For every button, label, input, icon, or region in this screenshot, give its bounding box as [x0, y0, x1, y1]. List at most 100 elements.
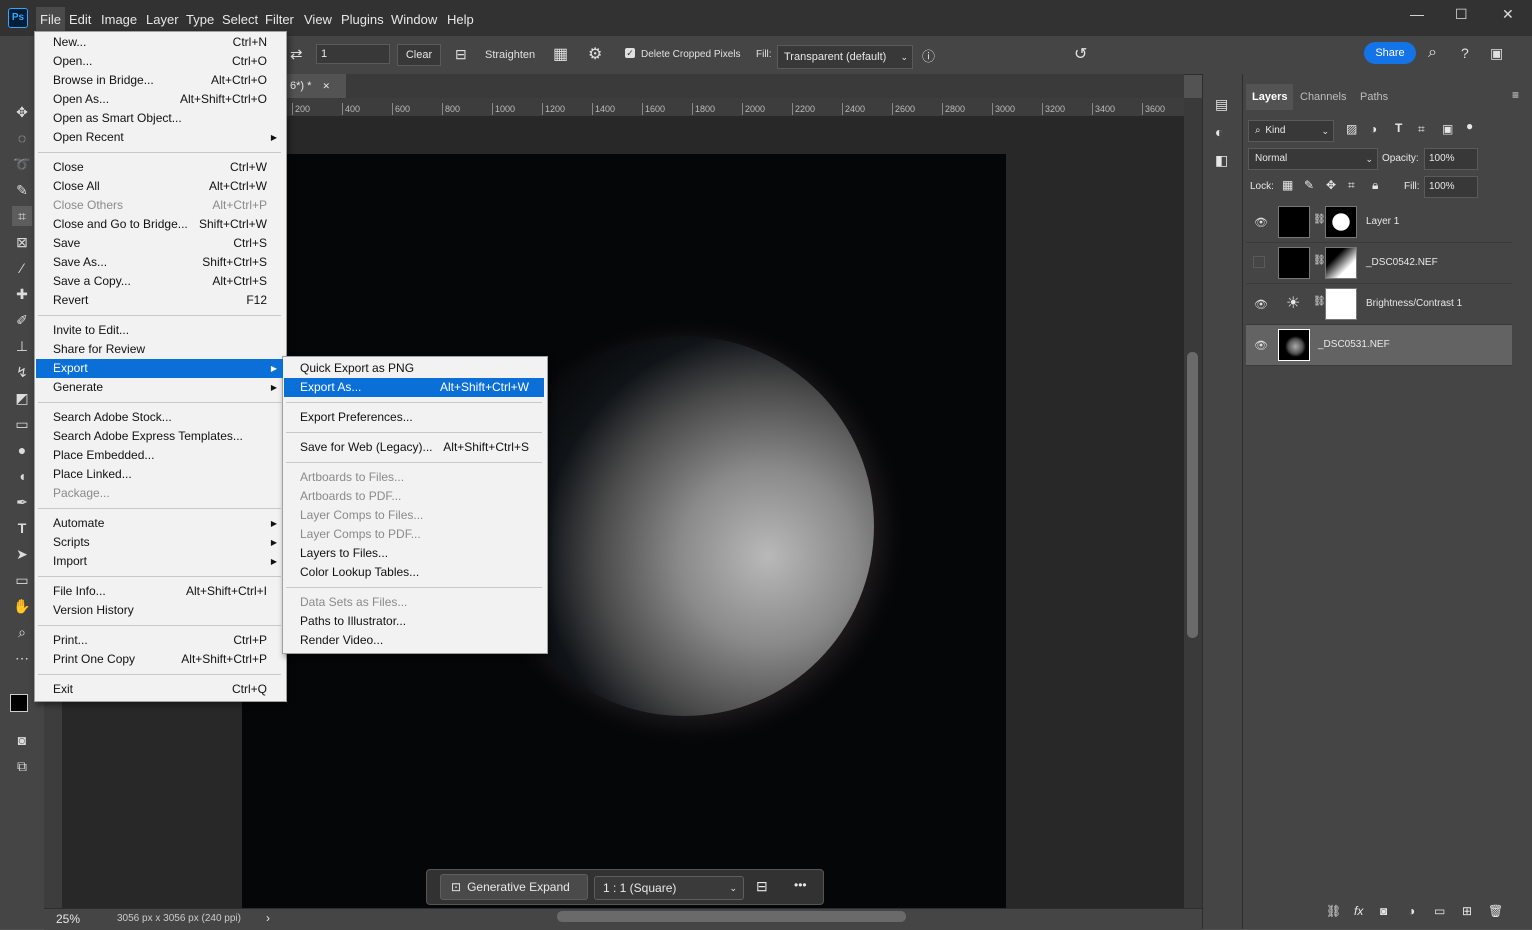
foreground-color-swatch[interactable] — [10, 694, 28, 712]
menu-item-export[interactable]: Export ▶ — [36, 359, 283, 378]
blend-mode-select[interactable]: Normal ⌄ — [1248, 148, 1378, 170]
menu-item-render-video[interactable]: Render Video... — [284, 631, 544, 650]
straighten-label[interactable]: Straighten — [485, 49, 535, 61]
value-input[interactable]: 1 — [316, 44, 390, 64]
straighten-icon[interactable]: ⊟ — [756, 878, 768, 895]
dodge-tool-icon[interactable]: ◖ — [12, 466, 32, 486]
lock-image-icon[interactable]: ✎ — [1304, 178, 1314, 192]
menu-filter[interactable]: Filter — [261, 10, 298, 29]
menu-item-quick-export-as-png[interactable]: Quick Export as PNG — [284, 359, 544, 378]
libraries-icon[interactable]: ▤ — [1215, 96, 1228, 113]
menu-file[interactable]: File — [36, 7, 65, 32]
healing-brush-icon[interactable]: ✚ — [12, 284, 32, 304]
workspace-icon[interactable]: ▣ — [1490, 45, 1503, 62]
more-options-icon[interactable]: ••• — [794, 878, 807, 892]
filter-kind-select[interactable]: ⌕ Kind ⌄ — [1248, 120, 1334, 142]
add-mask-icon[interactable]: ◙ — [1380, 904, 1387, 918]
menu-view[interactable]: View — [300, 10, 336, 29]
grid-overlay-icon[interactable]: ▦ — [553, 44, 568, 64]
fill-select[interactable]: Transparent (default) ⌄ — [777, 45, 913, 69]
menu-item-invite-to-edit[interactable]: Invite to Edit... — [36, 321, 283, 340]
history-brush-icon[interactable]: ↯ — [12, 362, 32, 382]
fx-icon[interactable]: fx — [1354, 904, 1363, 918]
crop-tool-icon[interactable]: ⌗ — [12, 206, 32, 226]
menu-item-color-lookup-tables[interactable]: Color Lookup Tables... — [284, 563, 544, 582]
menu-item-scripts[interactable]: Scripts ▶ — [36, 533, 283, 552]
tab-close-icon[interactable]: ✕ — [322, 81, 330, 91]
menu-item-save[interactable]: Save Ctrl+S — [36, 234, 283, 253]
lock-all-icon[interactable]: 🔒︎ — [1372, 178, 1378, 193]
lasso-tool-icon[interactable]: ➰ — [12, 154, 32, 174]
eye-icon[interactable]: 👁︎ — [1254, 216, 1268, 229]
delete-cropped-checkbox[interactable]: ✓ — [625, 48, 635, 58]
panel-menu-icon[interactable]: ≡ — [1512, 88, 1519, 102]
menu-item-save-as[interactable]: Save As... Shift+Ctrl+S — [36, 253, 283, 272]
menu-item-open-recent[interactable]: Open Recent ▶ — [36, 128, 283, 147]
menu-item-print-one-copy[interactable]: Print One Copy Alt+Shift+Ctrl+P — [36, 650, 283, 669]
menu-image[interactable]: Image — [97, 10, 141, 29]
swap-icon[interactable]: ⇄ — [290, 45, 303, 63]
menu-item-automate[interactable]: Automate ▶ — [36, 514, 283, 533]
menu-item-save-a-copy[interactable]: Save a Copy... Alt+Ctrl+S — [36, 272, 283, 291]
move-tool-icon[interactable]: ✥ — [12, 102, 32, 122]
lock-transparent-icon[interactable]: ▦ — [1282, 178, 1293, 192]
maximize-button[interactable]: ☐ — [1455, 6, 1468, 23]
menu-item-paths-to-illustrator[interactable]: Paths to Illustrator... — [284, 612, 544, 631]
minimize-button[interactable]: — — [1410, 6, 1424, 22]
blur-tool-icon[interactable]: ● — [12, 440, 32, 460]
menu-item-place-linked[interactable]: Place Linked... — [36, 465, 283, 484]
marquee-tool-icon[interactable]: ◌ — [12, 128, 32, 148]
menu-item-import[interactable]: Import ▶ — [36, 552, 283, 571]
menu-item-export-preferences[interactable]: Export Preferences... — [284, 408, 544, 427]
link-layers-icon[interactable]: ⛓︎ — [1326, 904, 1341, 918]
menu-item-new[interactable]: New... Ctrl+N — [36, 33, 283, 52]
menu-item-share-for-review[interactable]: Share for Review — [36, 340, 283, 359]
eyedropper-tool-icon[interactable]: ⁄ — [12, 258, 32, 278]
help-icon[interactable]: ? — [1461, 45, 1469, 61]
menu-item-revert[interactable]: Revert F12 — [36, 291, 283, 310]
tab-channels[interactable]: Channels — [1294, 84, 1352, 110]
link-icon[interactable]: ⛓︎ — [1313, 296, 1326, 307]
eye-icon[interactable]: 👁︎ — [1254, 339, 1268, 352]
vertical-scroll-thumb[interactable] — [1187, 352, 1198, 638]
trash-icon[interactable]: 🗑︎ — [1488, 904, 1503, 918]
pen-tool-icon[interactable]: ✒ — [12, 492, 32, 512]
menu-item-browse-in-bridge[interactable]: Browse in Bridge... Alt+Ctrl+O — [36, 71, 283, 90]
fill-input[interactable]: 100% — [1424, 176, 1478, 198]
rectangle-tool-icon[interactable]: ▭ — [12, 570, 32, 590]
info-icon[interactable]: ⓘ — [922, 46, 935, 65]
menu-item-close[interactable]: Close Ctrl+W — [36, 158, 283, 177]
menu-item-layers-to-files[interactable]: Layers to Files... — [284, 544, 544, 563]
menu-item-file-info[interactable]: File Info... Alt+Shift+Ctrl+I — [36, 582, 283, 601]
new-layer-icon[interactable]: ⊞ — [1462, 904, 1472, 918]
layer-name[interactable]: Layer 1 — [1366, 216, 1399, 227]
menu-item-open-as-smart-object[interactable]: Open as Smart Object... — [36, 109, 283, 128]
frame-tool-icon[interactable]: ⊠ — [12, 232, 32, 252]
gear-icon[interactable]: ⚙ — [588, 44, 602, 64]
menu-item-search-adobe-express-templates[interactable]: Search Adobe Express Templates... — [36, 427, 283, 446]
layer-name[interactable]: _DSC0531.NEF — [1318, 339, 1390, 350]
layer-name[interactable]: Brightness/Contrast 1 — [1366, 298, 1462, 309]
more-tools-icon[interactable]: ⋯ — [12, 648, 32, 668]
link-icon[interactable]: ⛓︎ — [1313, 255, 1326, 266]
brush-tool-icon[interactable]: ✐ — [12, 310, 32, 330]
zoom-level[interactable]: 25% — [56, 912, 80, 926]
menu-plugins[interactable]: Plugins — [337, 10, 388, 29]
quick-mask-icon[interactable]: ◙ — [12, 730, 32, 750]
menu-item-print[interactable]: Print... Ctrl+P — [36, 631, 283, 650]
lock-artboard-icon[interactable]: ⌗ — [1348, 178, 1355, 193]
screen-mode-icon[interactable]: ⧉ — [12, 756, 32, 776]
filter-smart-object-icon[interactable]: ▣ — [1442, 122, 1453, 136]
menu-item-place-embedded[interactable]: Place Embedded... — [36, 446, 283, 465]
type-tool-icon[interactable]: T — [12, 518, 32, 538]
layer-mask-thumbnail[interactable] — [1325, 247, 1357, 279]
tab-paths[interactable]: Paths — [1354, 84, 1394, 110]
lock-position-icon[interactable]: ✥ — [1326, 178, 1336, 192]
menu-item-save-for-web-legacy[interactable]: Save for Web (Legacy)... Alt+Shift+Ctrl+S — [284, 438, 544, 457]
document-tab[interactable]: 6*) * ✕ — [282, 74, 346, 98]
eye-icon[interactable]: 👁︎ — [1254, 298, 1268, 311]
path-select-icon[interactable]: ➤ — [12, 544, 32, 564]
generative-expand-button[interactable]: ⊡ Generative Expand — [440, 874, 588, 900]
menu-window[interactable]: Window — [387, 10, 441, 29]
menu-item-open[interactable]: Open... Ctrl+O — [36, 52, 283, 71]
